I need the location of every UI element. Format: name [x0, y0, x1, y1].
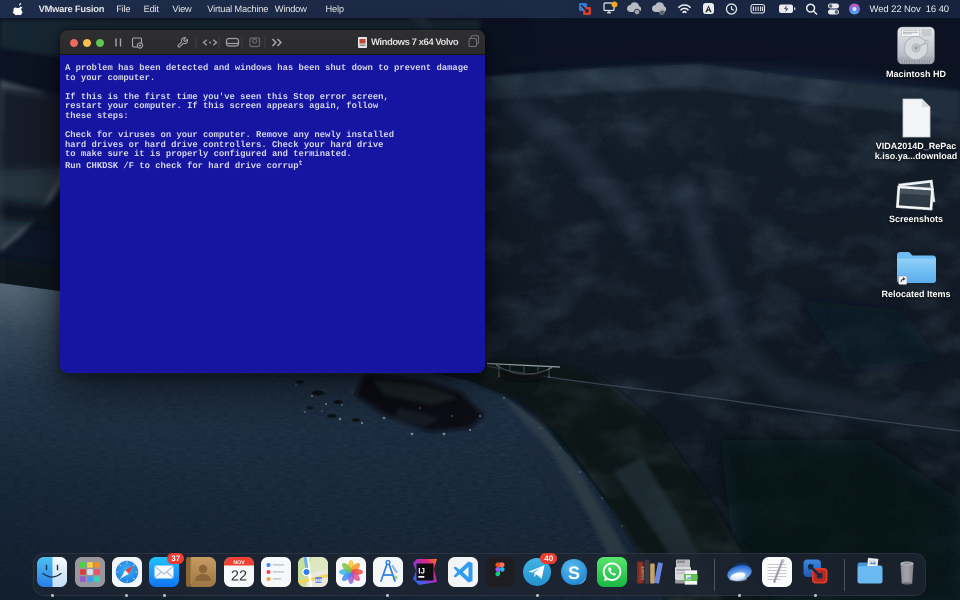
- svg-text:S: S: [568, 563, 580, 583]
- svg-text:CALIBRE: CALIBRE: [641, 566, 645, 580]
- svg-text:NOV: NOV: [233, 560, 245, 566]
- svg-text:IJ: IJ: [419, 566, 426, 575]
- svg-text:280: 280: [315, 578, 323, 583]
- svg-text:22: 22: [231, 569, 247, 585]
- svg-text:40: 40: [659, 10, 664, 15]
